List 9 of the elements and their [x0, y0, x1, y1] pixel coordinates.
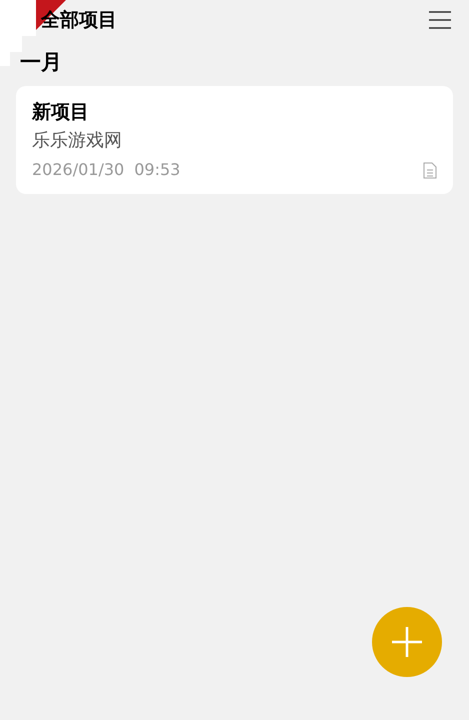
- document-icon: [423, 162, 437, 178]
- project-subtitle: 乐乐游戏网: [32, 129, 123, 153]
- project-time: 09:53: [134, 159, 180, 181]
- project-date: 2026/01/30: [32, 159, 124, 181]
- menu-icon[interactable]: [429, 11, 451, 29]
- project-card[interactable]: 新项目 乐乐游戏网 2026/01/30 09:53: [16, 86, 453, 194]
- project-title: 新项目: [32, 100, 90, 125]
- plus-icon: [391, 626, 423, 658]
- month-heading: 一月: [19, 49, 63, 76]
